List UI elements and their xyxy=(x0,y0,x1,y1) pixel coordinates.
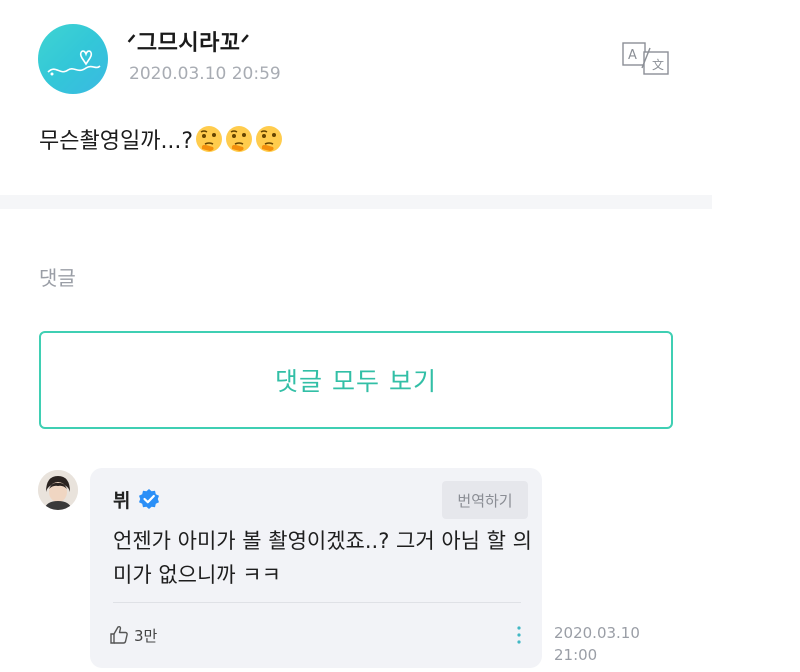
right-gutter xyxy=(712,0,800,672)
translate-icon[interactable]: A 文 xyxy=(622,42,670,76)
comment-time: 21:00 xyxy=(554,646,598,664)
like-count: 3만 xyxy=(134,626,158,645)
post-text: 무슨촬영일까...? xyxy=(39,129,194,154)
thinking-face-icon xyxy=(256,126,283,152)
more-options-icon[interactable] xyxy=(513,624,525,646)
svg-text:文: 文 xyxy=(652,57,664,72)
verified-badge-icon xyxy=(137,488,161,512)
thumbs-up-icon xyxy=(110,625,128,644)
comment-timestamp: 2020.03.10 21:00 xyxy=(554,622,664,666)
thinking-face-icon xyxy=(196,126,223,152)
comment-text: 언젠가 아미가 볼 촬영이겠죠..? 그거 아님 할 의미가 없으니까 ㅋㅋ xyxy=(113,529,532,587)
comments-heading: 댓글 xyxy=(39,266,76,290)
post-card: ᐟ그므시라꼬ᐟ 2020.03.10 20:59 A 文 무슨촬영일까...? xyxy=(0,0,712,672)
post-body: 무슨촬영일까...? xyxy=(39,123,285,155)
like-button[interactable]: 3만 xyxy=(108,624,157,646)
section-divider xyxy=(0,195,712,209)
thinking-face-icon xyxy=(226,126,253,152)
comment-author-name[interactable]: 뷔 xyxy=(113,486,130,513)
translate-button[interactable]: 번역하기 xyxy=(442,481,528,519)
author-avatar[interactable] xyxy=(38,24,108,94)
svg-text:A: A xyxy=(628,48,637,63)
post-date: 2020.03.10 20:59 xyxy=(129,64,281,84)
post-author-name[interactable]: ᐟ그므시라꼬ᐟ xyxy=(127,25,250,57)
view-all-comments-button[interactable]: 댓글 모두 보기 xyxy=(39,331,673,429)
emoji-row xyxy=(195,123,285,155)
commenter-avatar[interactable] xyxy=(38,470,78,510)
comment-date: 2020.03.10 xyxy=(554,624,640,642)
comment-divider xyxy=(113,602,521,603)
